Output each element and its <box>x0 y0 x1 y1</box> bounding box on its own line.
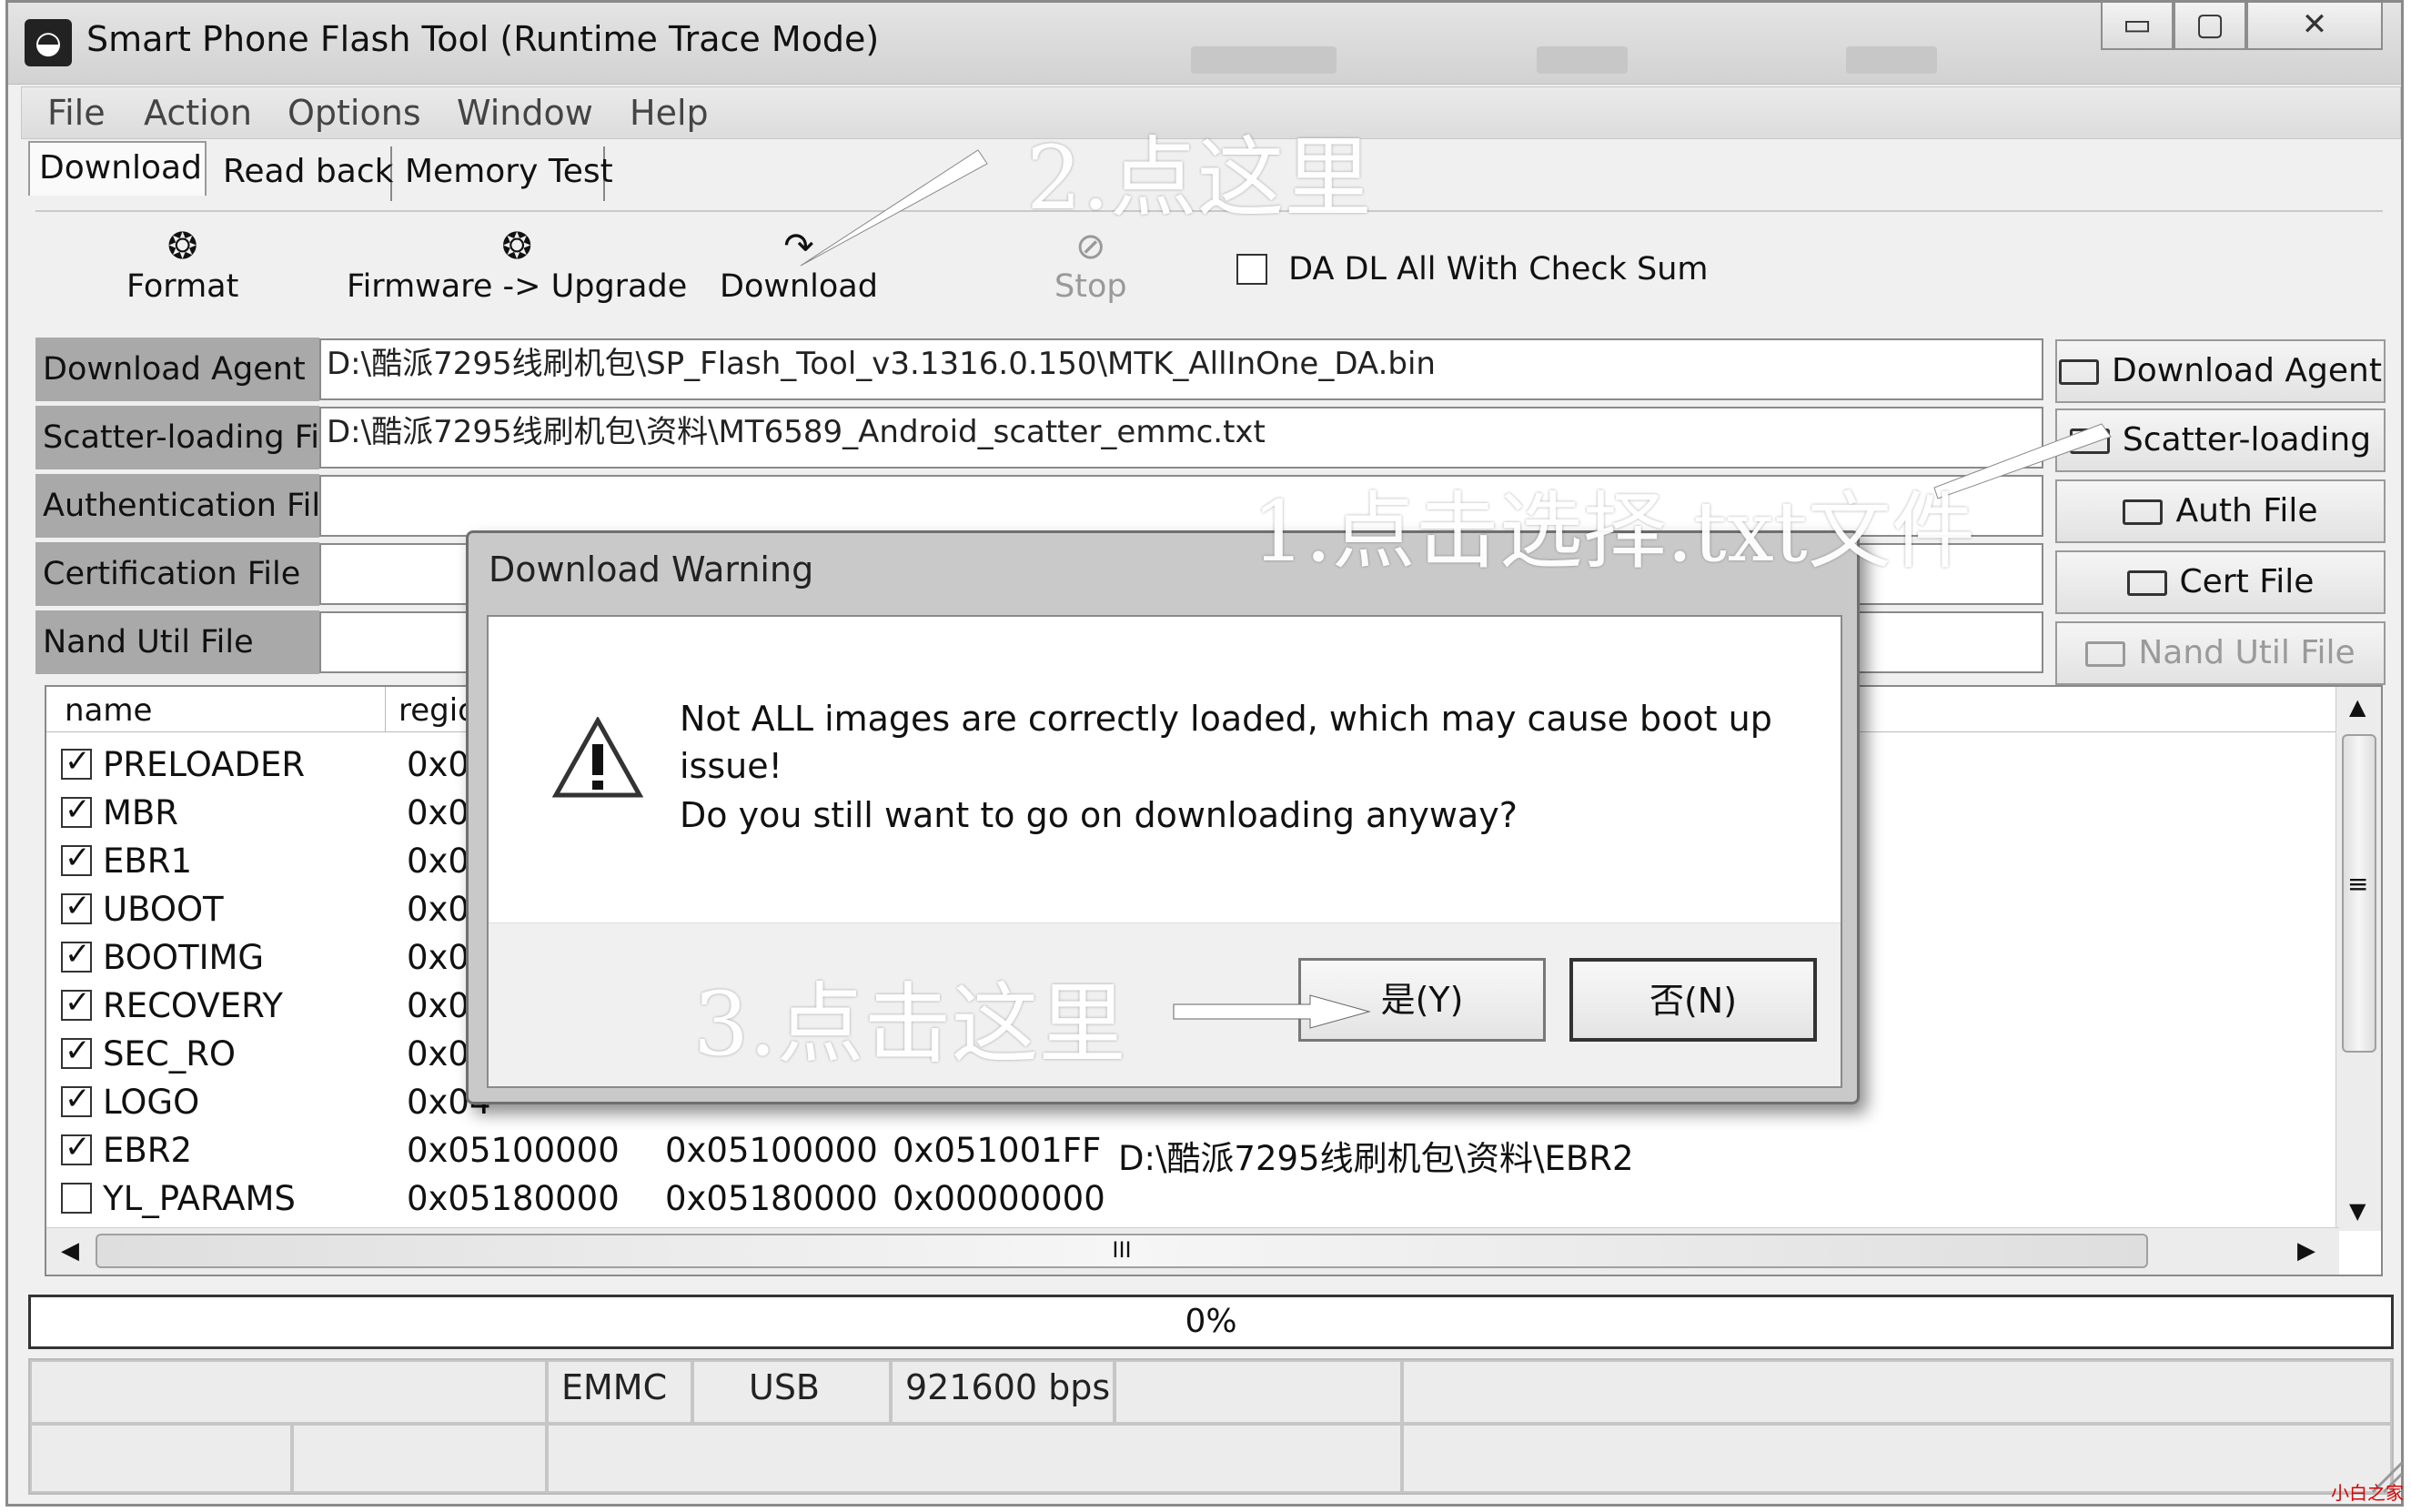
arrow-step2 <box>800 149 988 267</box>
watermark: 小白之家 <box>2331 1482 2404 1504</box>
annotation-step1: 1.点击选择.txt文件 <box>1252 483 1975 580</box>
arrow-step3 <box>1173 994 1371 1029</box>
annotation-step3: 3.点击这里 <box>693 973 1126 1075</box>
annotation-step2: 2.点这里 <box>1026 127 1372 229</box>
